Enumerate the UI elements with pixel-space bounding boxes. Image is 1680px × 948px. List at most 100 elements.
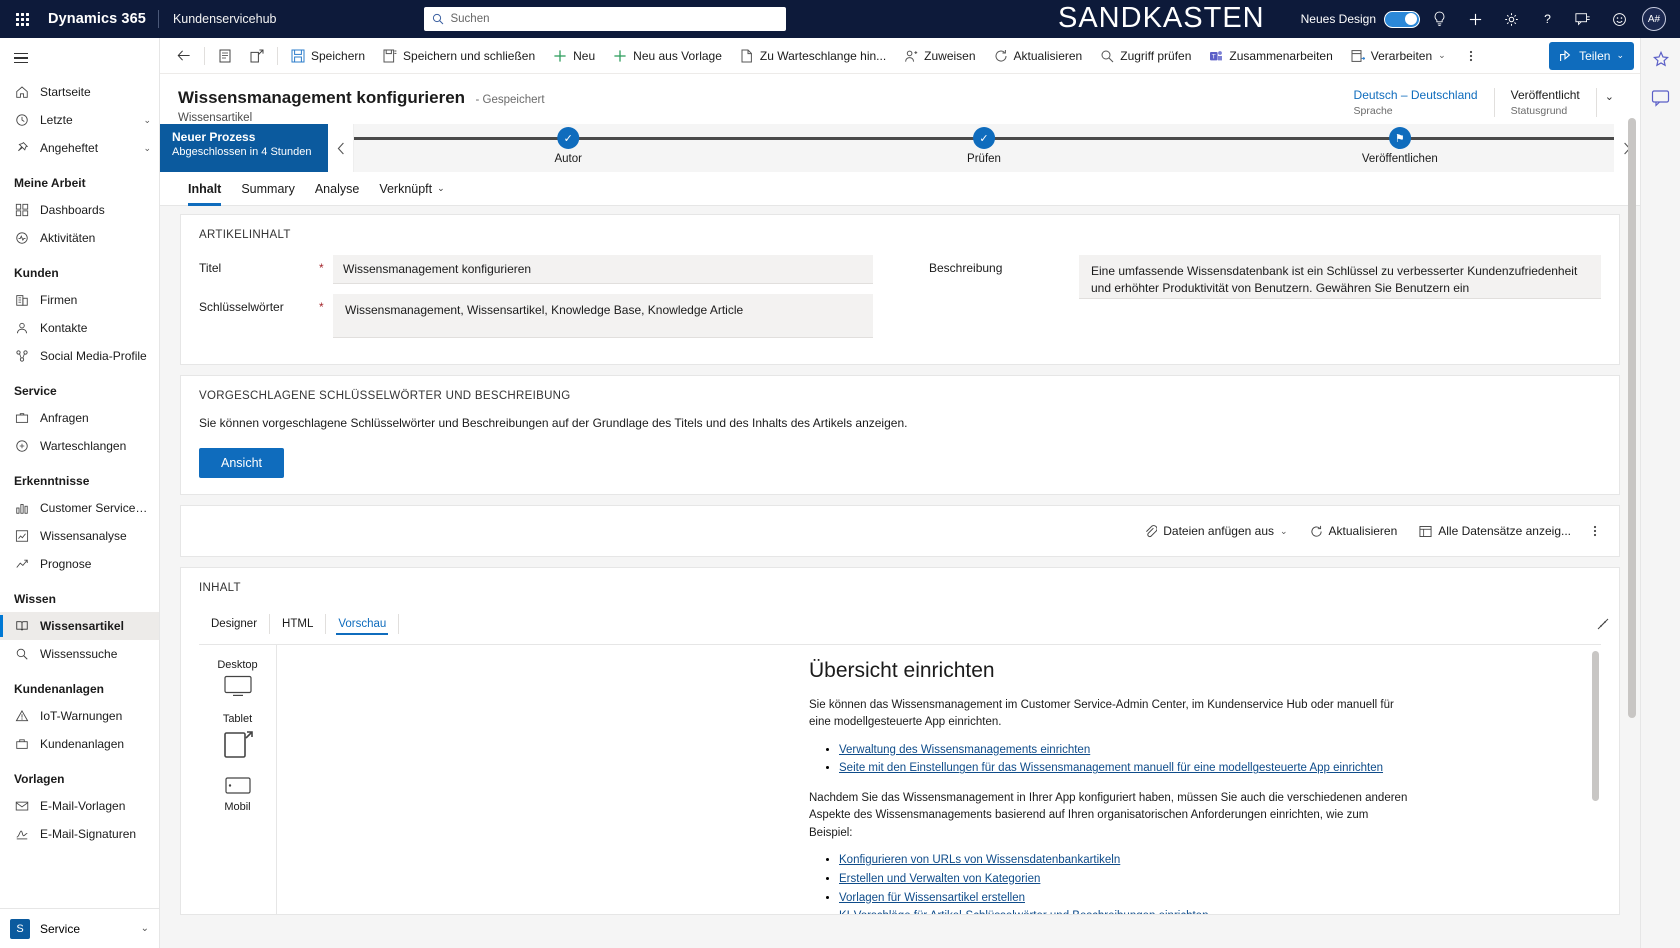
preview-link[interactable]: Verwaltung des Wissensmanagements einric… bbox=[839, 744, 1090, 756]
bpf-stage-veroeffentlichen[interactable]: ⚑ Veröffentlichen bbox=[1362, 124, 1438, 165]
app-name: Kundenservicehub bbox=[172, 12, 277, 26]
sidebar-item-wissensanalyse[interactable]: Wissensanalyse bbox=[0, 522, 159, 550]
sidebar-item-firmen[interactable]: Firmen bbox=[0, 286, 159, 314]
collaborate-button[interactable]: T Zusammenarbeiten bbox=[1200, 41, 1341, 71]
save-button[interactable]: Speichern bbox=[282, 41, 374, 71]
sidebar-item-label: Wissenssuche bbox=[40, 647, 118, 661]
beschreibung-input[interactable]: Eine umfassende Wissensdatenbank ist ein… bbox=[1079, 255, 1601, 299]
preview-link[interactable]: Erstellen und Verwalten von Kategorien bbox=[839, 873, 1040, 885]
preview-link[interactable]: Seite mit den Einstellungen für das Wiss… bbox=[839, 762, 1383, 774]
area-switcher[interactable]: S Service ⌄ bbox=[0, 908, 159, 948]
avatar[interactable]: A# bbox=[1642, 7, 1666, 31]
new-from-template-button[interactable]: Neu aus Vorlage bbox=[604, 41, 731, 71]
sidebar-group-erkenntnisse: Erkenntnisse bbox=[14, 474, 90, 488]
sidebar-item-kontakte[interactable]: Kontakte bbox=[0, 314, 159, 342]
gear-icon[interactable] bbox=[1494, 0, 1528, 38]
header-field-label: Statusgrund bbox=[1510, 105, 1568, 117]
attachments-more-button[interactable] bbox=[1583, 518, 1607, 544]
back-button[interactable] bbox=[168, 41, 200, 71]
add-to-queue-button[interactable]: Zu Warteschlange hin... bbox=[731, 41, 895, 71]
bpf-stage-autor[interactable]: ✓ Autor bbox=[554, 124, 582, 165]
sidebar-item-kundenanlagen[interactable]: Kundenanlagen bbox=[0, 730, 159, 758]
help-icon[interactable]: ? bbox=[1530, 0, 1564, 38]
bpf-stage-pruefen[interactable]: ✓ Prüfen bbox=[967, 124, 1001, 165]
sidebar-item-angeheftet[interactable]: Angeheftet ⌄ bbox=[0, 134, 159, 162]
assistant-icon[interactable] bbox=[1649, 48, 1673, 72]
header-field-statusgrund[interactable]: Veröffentlicht Statusgrund bbox=[1495, 88, 1597, 117]
sidebar-item-letzte[interactable]: Letzte ⌄ bbox=[0, 106, 159, 134]
sidebar-item-email-signaturen[interactable]: E-Mail-Signaturen bbox=[0, 820, 159, 848]
overflow-commands-button[interactable] bbox=[1455, 41, 1487, 71]
sidebar-item-iot-warnungen[interactable]: IoT-Warnungen bbox=[0, 702, 159, 730]
subtab-designer[interactable]: Designer bbox=[199, 614, 271, 634]
sidebar-group-wissen: Wissen bbox=[14, 592, 56, 606]
global-search bbox=[424, 7, 787, 31]
feedback-icon[interactable] bbox=[1566, 0, 1600, 38]
form-scrollbar[interactable] bbox=[1628, 118, 1636, 944]
preview-link[interactable]: Vorlagen für Wissensartikel erstellen bbox=[839, 892, 1025, 904]
new-design-toggle[interactable] bbox=[1384, 10, 1420, 28]
titel-input[interactable] bbox=[333, 255, 873, 284]
bpf-previous-button[interactable] bbox=[328, 124, 354, 172]
subtab-vorschau[interactable]: Vorschau bbox=[326, 614, 400, 635]
sidebar-item-email-vorlagen[interactable]: E-Mail-Vorlagen bbox=[0, 792, 159, 820]
smiley-icon[interactable] bbox=[1602, 0, 1636, 38]
tab-verknuepft[interactable]: Verknüpft ⌄ bbox=[369, 172, 454, 206]
share-button[interactable]: Teilen ⌄ bbox=[1549, 41, 1634, 70]
app-launcher-button[interactable] bbox=[0, 0, 44, 38]
search-icon bbox=[432, 13, 444, 25]
schluesselwoerter-input[interactable]: Wissensmanagement, Wissensartikel, Knowl… bbox=[333, 294, 873, 338]
sidebar-item-dashboards[interactable]: Dashboards bbox=[0, 196, 159, 224]
sidebar-item-social-media-profile[interactable]: Social Media-Profile bbox=[0, 342, 159, 370]
sidebar-item-wissensartikel[interactable]: Wissensartikel bbox=[0, 612, 159, 640]
tab-inhalt[interactable]: Inhalt bbox=[178, 172, 231, 206]
plus-icon[interactable] bbox=[1458, 0, 1492, 38]
new-button[interactable]: Neu bbox=[544, 41, 604, 71]
tab-summary[interactable]: Summary bbox=[231, 172, 304, 206]
sidebar-item-label: Wissensartikel bbox=[40, 619, 124, 633]
sidebar-item-startseite[interactable]: Startseite bbox=[0, 78, 159, 106]
sidebar-item-aktivitaeten[interactable]: Aktivitäten bbox=[0, 224, 159, 252]
expand-editor-button[interactable] bbox=[1596, 617, 1610, 631]
sidebar-collapse-button[interactable] bbox=[0, 38, 159, 78]
attachments-refresh-button[interactable]: Aktualisieren bbox=[1300, 518, 1408, 544]
sidebar-item-label: Dashboards bbox=[40, 203, 105, 217]
search-input[interactable] bbox=[450, 13, 779, 25]
device-tablet[interactable]: Tablet bbox=[199, 707, 276, 767]
open-new-window-button[interactable] bbox=[241, 41, 273, 71]
lightbulb-icon[interactable] bbox=[1422, 0, 1456, 38]
assign-button[interactable]: Zuweisen bbox=[895, 41, 984, 71]
preview-link[interactable]: Konfigurieren von URLs von Wissensdatenb… bbox=[839, 854, 1120, 866]
device-desktop[interactable]: Desktop bbox=[199, 653, 276, 705]
header-field-sprache[interactable]: Deutsch – Deutschland Sprache bbox=[1338, 88, 1495, 117]
process-button[interactable]: Verarbeiten ⌄ bbox=[1342, 41, 1455, 71]
show-all-records-button[interactable]: Alle Datensätze anzeig... bbox=[1409, 518, 1581, 544]
copilot-icon[interactable] bbox=[1649, 86, 1673, 110]
sidebar-item-customer-service-ve[interactable]: Customer Service-Ve... bbox=[0, 494, 159, 522]
save-and-close-button[interactable]: Speichern und schließen bbox=[374, 41, 544, 71]
preview-link[interactable]: KI-Vorschläge für Artikel-Schlüsselwörte… bbox=[839, 910, 1208, 914]
sidebar-item-wissenssuche[interactable]: Wissenssuche bbox=[0, 640, 159, 668]
search-box[interactable] bbox=[424, 7, 787, 31]
show-chart-button[interactable] bbox=[209, 41, 241, 71]
ansicht-button[interactable]: Ansicht bbox=[199, 448, 284, 478]
preview-scrollbar[interactable] bbox=[1592, 651, 1599, 908]
device-mobil[interactable]: Mobil bbox=[199, 769, 276, 821]
bpf-stage-active-icon: ⚑ bbox=[1388, 127, 1411, 149]
preview-link-list-1: Verwaltung des Wissensmanagements einric… bbox=[839, 742, 1419, 779]
bpf-next-button[interactable] bbox=[1614, 124, 1640, 172]
sidebar-item-prognose[interactable]: Prognose bbox=[0, 550, 159, 578]
tab-label: Analyse bbox=[314, 181, 360, 196]
header-expand-chevron-icon[interactable]: ⌄ bbox=[1597, 88, 1618, 103]
refresh-button[interactable]: Aktualisieren bbox=[985, 41, 1092, 71]
analytics-icon bbox=[14, 528, 30, 544]
check-access-button[interactable]: Zugriff prüfen bbox=[1091, 41, 1200, 71]
record-header: Wissensmanagement konfigurieren - Gespei… bbox=[160, 74, 1640, 124]
sidebar-item-anfragen[interactable]: Anfragen bbox=[0, 404, 159, 432]
bpf-current-stage[interactable]: Neuer Prozess Abgeschlossen in 4 Stunden bbox=[160, 124, 328, 172]
attach-files-button[interactable]: Dateien anfügen aus ⌄ bbox=[1134, 518, 1297, 544]
device-label: Tablet bbox=[222, 713, 253, 725]
subtab-html[interactable]: HTML bbox=[270, 614, 327, 634]
sidebar-item-warteschlangen[interactable]: Warteschlangen bbox=[0, 432, 159, 460]
tab-analyse[interactable]: Analyse bbox=[305, 172, 369, 206]
